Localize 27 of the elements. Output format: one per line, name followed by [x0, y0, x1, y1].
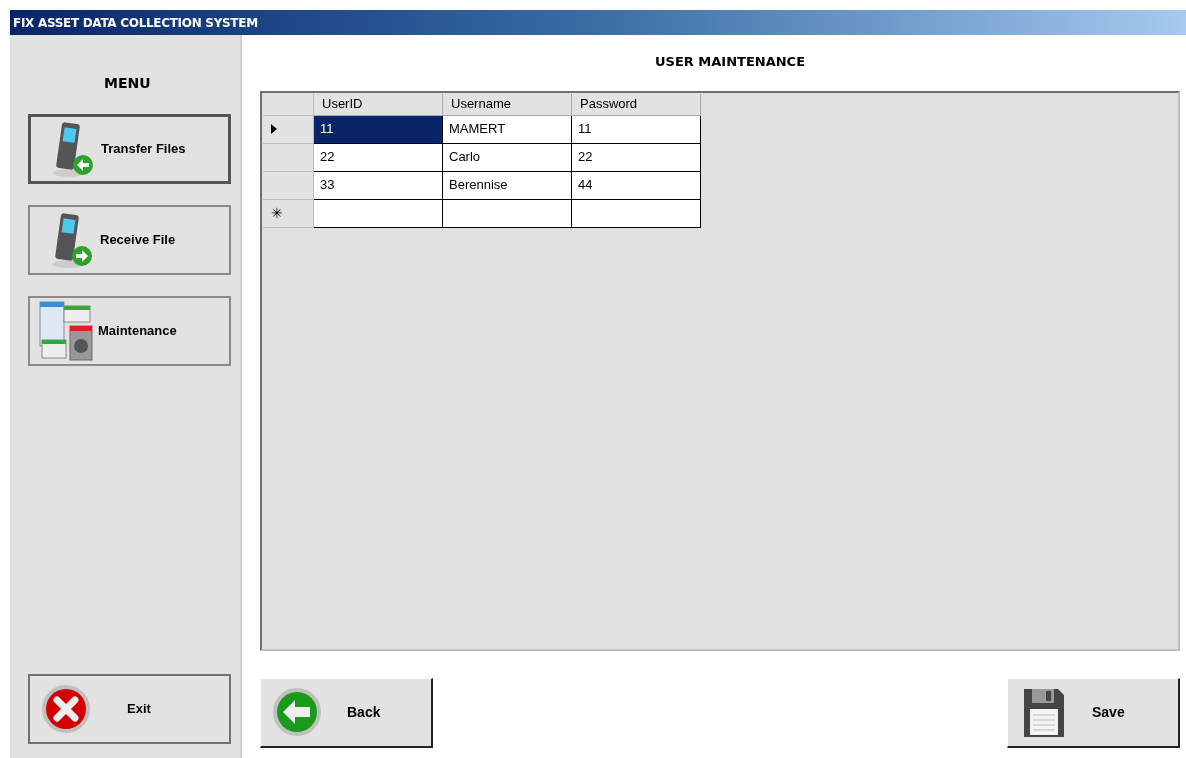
- row-header[interactable]: ✳: [263, 199, 314, 228]
- column-header[interactable]: Username: [443, 93, 572, 116]
- table-cell[interactable]: 22: [314, 143, 443, 172]
- windows-icon: [38, 300, 96, 362]
- table-cell[interactable]: Berennise: [443, 171, 572, 200]
- table-cell[interactable]: 11: [314, 115, 443, 144]
- new-row-marker: ✳: [271, 203, 283, 223]
- back-button[interactable]: Back: [260, 677, 433, 748]
- menu-button[interactable]: Receive File: [28, 205, 231, 275]
- exit-button[interactable]: Exit: [28, 674, 231, 744]
- table-cell[interactable]: 44: [572, 171, 701, 200]
- close-icon: [40, 683, 92, 735]
- menu-button[interactable]: Maintenance: [28, 296, 231, 366]
- menu-title: MENU: [104, 74, 151, 93]
- menu-button[interactable]: Transfer Files: [28, 114, 231, 184]
- save-button[interactable]: Save: [1007, 677, 1180, 748]
- table-cell[interactable]: 22: [572, 143, 701, 172]
- current-row-icon: [271, 124, 277, 134]
- table-cell[interactable]: MAMERT: [443, 115, 572, 144]
- window-title: FIX ASSET DATA COLLECTION SYSTEM: [13, 14, 258, 32]
- row-header[interactable]: [263, 115, 314, 144]
- table-cell[interactable]: 33: [314, 171, 443, 200]
- column-header[interactable]: Password: [572, 93, 701, 116]
- page-title: USER MAINTENANCE: [654, 53, 805, 71]
- column-header[interactable]: UserID: [314, 93, 443, 116]
- table-cell[interactable]: 11: [572, 115, 701, 144]
- table-cell[interactable]: Carlo: [443, 143, 572, 172]
